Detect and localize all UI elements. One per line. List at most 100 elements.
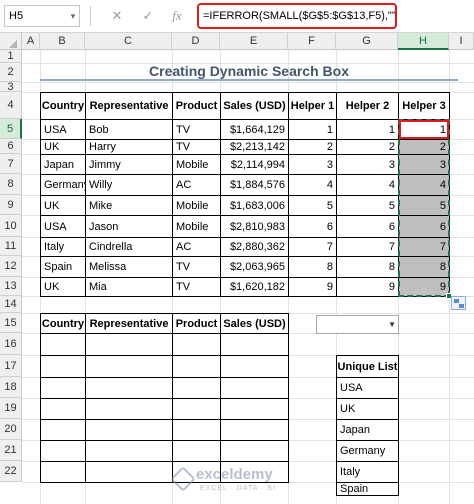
table-cell[interactable]: $1,620,182: [220, 277, 289, 297]
helper3-cell[interactable]: 7: [398, 237, 450, 257]
result-cell[interactable]: [85, 333, 173, 356]
result-cell[interactable]: [172, 461, 221, 483]
table-cell[interactable]: 9: [288, 277, 337, 297]
table-cell[interactable]: TV: [172, 139, 221, 155]
table-cell[interactable]: Italy: [40, 237, 86, 257]
column-header-f[interactable]: F: [288, 33, 336, 50]
row-header-19[interactable]: 19: [0, 398, 22, 419]
row-header-7[interactable]: 7: [0, 154, 22, 174]
row-header-18[interactable]: 18: [0, 377, 22, 398]
table-cell[interactable]: 1: [336, 119, 399, 140]
table-cell[interactable]: $2,063,965: [220, 256, 289, 278]
result-cell[interactable]: [172, 398, 221, 420]
table-cell[interactable]: 8: [336, 256, 399, 278]
table-cell[interactable]: 4: [288, 174, 337, 196]
result-cell[interactable]: [85, 419, 173, 441]
table-cell[interactable]: Willy: [85, 174, 173, 196]
result-cell[interactable]: [40, 377, 86, 399]
table-cell[interactable]: 3: [336, 154, 399, 175]
unique-list-item[interactable]: UK: [336, 398, 399, 420]
column-header-g[interactable]: G: [336, 33, 398, 50]
table-cell[interactable]: USA: [40, 215, 86, 238]
result-cell[interactable]: [220, 419, 289, 441]
formula-input[interactable]: =IFERROR(SMALL($G$5:$G$13,F5),""): [197, 3, 397, 29]
table-cell[interactable]: TV: [172, 277, 221, 297]
column-header-h[interactable]: H: [398, 33, 449, 50]
table-cell[interactable]: Mobile: [172, 154, 221, 175]
row-header-22[interactable]: 22: [0, 461, 22, 482]
table-cell[interactable]: Mobile: [172, 215, 221, 238]
row-header-6[interactable]: 6: [0, 139, 22, 154]
result-cell[interactable]: [220, 398, 289, 420]
row-header-16[interactable]: 16: [0, 333, 22, 355]
row-header-4[interactable]: 4: [0, 92, 22, 119]
table-cell[interactable]: $2,880,362: [220, 237, 289, 257]
search-dropdown[interactable]: ▼: [316, 315, 399, 334]
helper3-cell[interactable]: 1: [398, 119, 450, 140]
column-header-b[interactable]: B: [40, 33, 85, 50]
result-cell[interactable]: [220, 440, 289, 462]
table-cell[interactable]: 5: [336, 195, 399, 216]
table-cell[interactable]: Spain: [40, 256, 86, 278]
column-header-e[interactable]: E: [220, 33, 288, 50]
table-cell[interactable]: Mike: [85, 195, 173, 216]
chevron-down-icon[interactable]: ▼: [388, 319, 396, 331]
table-cell[interactable]: Mia: [85, 277, 173, 297]
result-cell[interactable]: [85, 440, 173, 462]
enter-icon[interactable]: ✓: [138, 6, 158, 26]
result-cell[interactable]: [85, 355, 173, 378]
result-cell[interactable]: [172, 355, 221, 378]
table-cell[interactable]: 6: [336, 215, 399, 238]
helper3-cell[interactable]: 5: [398, 195, 450, 216]
table-cell[interactable]: $1,664,129: [220, 119, 289, 140]
row-header-5[interactable]: 5: [0, 119, 22, 139]
row-header-8[interactable]: 8: [0, 174, 22, 195]
result-cell[interactable]: [220, 333, 289, 356]
helper3-cell[interactable]: 2: [398, 139, 450, 155]
table-cell[interactable]: 9: [336, 277, 399, 297]
table-cell[interactable]: AC: [172, 174, 221, 196]
row-header-2[interactable]: 2: [0, 63, 22, 82]
result-cell[interactable]: [85, 398, 173, 420]
table-cell[interactable]: Jason: [85, 215, 173, 238]
table-cell[interactable]: USA: [40, 119, 86, 140]
row-header-13[interactable]: 13: [0, 277, 22, 296]
table-cell[interactable]: Germany: [40, 174, 86, 196]
result-cell[interactable]: [40, 419, 86, 441]
table-cell[interactable]: UK: [40, 139, 86, 155]
table-cell[interactable]: TV: [172, 256, 221, 278]
row-header-10[interactable]: 10: [0, 215, 22, 237]
result-cell[interactable]: [220, 461, 289, 483]
table-cell[interactable]: $2,810,983: [220, 215, 289, 238]
unique-list-item[interactable]: Japan: [336, 419, 399, 441]
result-cell[interactable]: [40, 440, 86, 462]
table-cell[interactable]: $2,213,142: [220, 139, 289, 155]
table-cell[interactable]: Japan: [40, 154, 86, 175]
result-cell[interactable]: [40, 355, 86, 378]
unique-list-item[interactable]: Spain: [336, 482, 399, 496]
table-cell[interactable]: 2: [288, 139, 337, 155]
table-cell[interactable]: Bob: [85, 119, 173, 140]
row-header-20[interactable]: 20: [0, 419, 22, 440]
helper3-cell[interactable]: 9: [398, 277, 450, 297]
column-header-c[interactable]: C: [85, 33, 172, 50]
table-cell[interactable]: 5: [288, 195, 337, 216]
result-cell[interactable]: [220, 377, 289, 399]
column-header-d[interactable]: D: [172, 33, 220, 50]
unique-list-item[interactable]: Germany: [336, 440, 399, 462]
helper3-cell[interactable]: 3: [398, 154, 450, 175]
table-cell[interactable]: TV: [172, 119, 221, 140]
unique-list-item[interactable]: Italy: [336, 461, 399, 483]
result-cell[interactable]: [40, 461, 86, 483]
table-cell[interactable]: 7: [288, 237, 337, 257]
table-cell[interactable]: Jimmy: [85, 154, 173, 175]
row-header-1[interactable]: 1: [0, 50, 22, 63]
table-cell[interactable]: 7: [336, 237, 399, 257]
table-cell[interactable]: 4: [336, 174, 399, 196]
table-cell[interactable]: 1: [288, 119, 337, 140]
row-header-12[interactable]: 12: [0, 256, 22, 277]
result-cell[interactable]: [172, 377, 221, 399]
table-cell[interactable]: AC: [172, 237, 221, 257]
cancel-icon[interactable]: ✕: [107, 6, 127, 26]
row-header-17[interactable]: 17: [0, 355, 22, 377]
